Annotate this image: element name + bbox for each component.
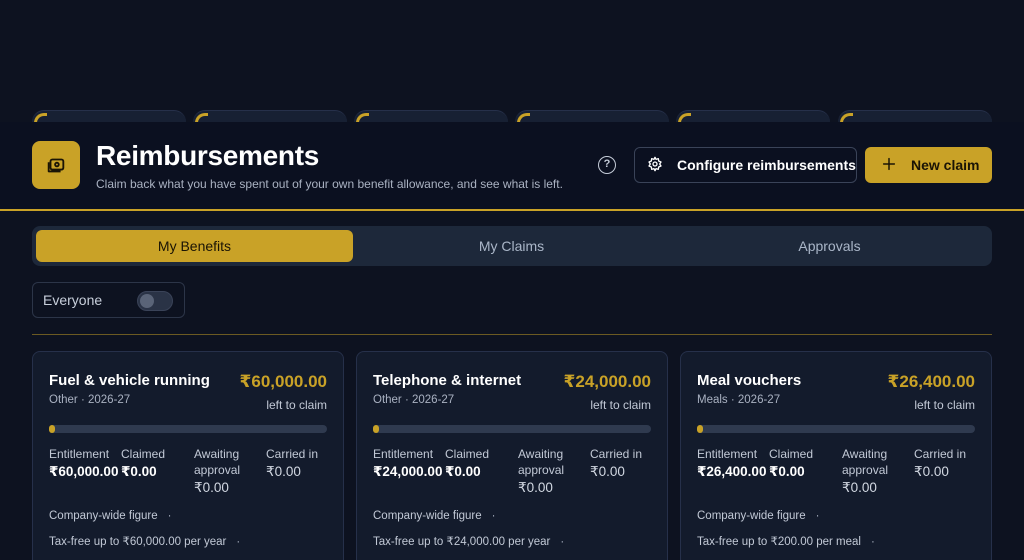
- benefit-name: Meal vouchers: [697, 372, 802, 389]
- stat-awaiting: Awaiting approval ₹0.00: [518, 446, 590, 496]
- wallet-icon: [32, 141, 80, 189]
- new-claim-button[interactable]: New claim: [865, 147, 992, 183]
- stat-claimed: Claimed ₹0.00: [769, 446, 841, 480]
- stat-claimed: Claimed ₹0.00: [121, 446, 193, 480]
- stat-awaiting: Awaiting approval ₹0.00: [194, 446, 266, 496]
- stat-entitlement: Entitlement ₹26,400.00: [697, 446, 769, 480]
- progress-bar: [373, 425, 651, 433]
- stat-label: Claimed: [445, 447, 490, 461]
- stat-value: ₹0.00: [590, 464, 625, 479]
- progress-fill: [49, 425, 55, 433]
- progress-fill: [373, 425, 379, 433]
- top-summary-strip: [0, 0, 1024, 126]
- stat-label: Entitlement: [373, 447, 434, 461]
- stat-value: ₹60,000.00: [49, 464, 119, 479]
- benefit-card-telephone[interactable]: Telephone & internet Other · 2026-27 ₹24…: [356, 351, 668, 560]
- stat-value: ₹0.00: [769, 464, 805, 479]
- stat-label: Claimed: [121, 447, 166, 461]
- everyone-filter: Everyone: [32, 282, 185, 318]
- left-to-claim-label: left to claim: [914, 398, 975, 412]
- tax-note: Tax-free up to ₹60,000.00 per year ·: [49, 536, 241, 548]
- left-to-claim-label: left to claim: [266, 398, 327, 412]
- gear-icon: [647, 156, 663, 175]
- stat-label: Claimed: [769, 447, 814, 461]
- configure-reimbursements-label: Configure reimbursements: [677, 157, 856, 173]
- benefit-name: Fuel & vehicle running: [49, 372, 210, 389]
- stat-label: Entitlement: [697, 447, 758, 461]
- stat-label: Carried in: [914, 447, 967, 461]
- configure-reimbursements-button[interactable]: Configure reimbursements: [634, 147, 857, 183]
- stat-value: ₹26,400.00: [697, 464, 767, 479]
- company-wide-note: Company-wide figure ·: [697, 510, 820, 522]
- stat-claimed: Claimed ₹0.00: [445, 446, 517, 480]
- stat-value: ₹0.00: [445, 464, 481, 479]
- stat-carried: Carried in ₹0.00: [590, 446, 662, 480]
- tab-my-benefits[interactable]: My Benefits: [36, 230, 353, 262]
- new-claim-label: New claim: [911, 157, 980, 173]
- tab-approvals[interactable]: Approvals: [671, 230, 988, 262]
- benefit-card-fuel[interactable]: Fuel & vehicle running Other · 2026-27 ₹…: [32, 351, 344, 560]
- stat-entitlement: Entitlement ₹60,000.00: [49, 446, 121, 480]
- benefit-meta: Meals · 2026-27: [697, 394, 781, 406]
- page-header: Reimbursements Claim back what you have …: [0, 122, 1024, 211]
- stat-value: ₹0.00: [121, 464, 157, 479]
- tax-note: Tax-free up to ₹24,000.00 per year ·: [373, 536, 565, 548]
- everyone-toggle[interactable]: [137, 291, 173, 311]
- section-divider: [32, 334, 992, 335]
- stat-label: Awaiting approval: [842, 447, 889, 477]
- tab-my-claims[interactable]: My Claims: [353, 230, 670, 262]
- stat-label: Entitlement: [49, 447, 110, 461]
- stat-label: Awaiting approval: [518, 447, 565, 477]
- stat-value: ₹24,000.00: [373, 464, 443, 479]
- company-wide-note: Company-wide figure ·: [373, 510, 496, 522]
- everyone-label: Everyone: [43, 292, 103, 308]
- progress-bar: [49, 425, 327, 433]
- tab-bar: My Benefits My Claims Approvals: [32, 226, 992, 266]
- progress-bar: [697, 425, 975, 433]
- page-title: Reimbursements: [96, 140, 319, 171]
- benefit-amount: ₹60,000.00: [239, 372, 327, 391]
- benefit-meta: Other · 2026-27: [49, 394, 131, 406]
- stat-label: Awaiting approval: [194, 447, 241, 477]
- stat-value: ₹0.00: [518, 480, 553, 495]
- benefit-name: Telephone & internet: [373, 372, 522, 389]
- stat-value: ₹0.00: [194, 480, 229, 495]
- stat-label: Carried in: [590, 447, 643, 461]
- progress-fill: [697, 425, 703, 433]
- benefit-amount: ₹26,400.00: [887, 372, 975, 391]
- benefit-meta: Other · 2026-27: [373, 394, 455, 406]
- left-to-claim-label: left to claim: [590, 398, 651, 412]
- page-subtitle: Claim back what you have spent out of yo…: [96, 177, 563, 191]
- stat-label: Carried in: [266, 447, 319, 461]
- stat-carried: Carried in ₹0.00: [266, 446, 338, 480]
- stat-carried: Carried in ₹0.00: [914, 446, 986, 480]
- stat-entitlement: Entitlement ₹24,000.00: [373, 446, 445, 480]
- stat-value: ₹0.00: [914, 464, 949, 479]
- benefit-amount: ₹24,000.00: [563, 372, 651, 391]
- stat-value: ₹0.00: [266, 464, 301, 479]
- stat-value: ₹0.00: [842, 480, 877, 495]
- company-wide-note: Company-wide figure ·: [49, 510, 172, 522]
- benefit-card-meal[interactable]: Meal vouchers Meals · 2026-27 ₹26,400.00…: [680, 351, 992, 560]
- plus-icon: [881, 156, 897, 175]
- stat-awaiting: Awaiting approval ₹0.00: [842, 446, 914, 496]
- help-circle-icon[interactable]: ?: [598, 156, 616, 174]
- tax-note: Tax-free up to ₹200.00 per meal ·: [697, 536, 875, 548]
